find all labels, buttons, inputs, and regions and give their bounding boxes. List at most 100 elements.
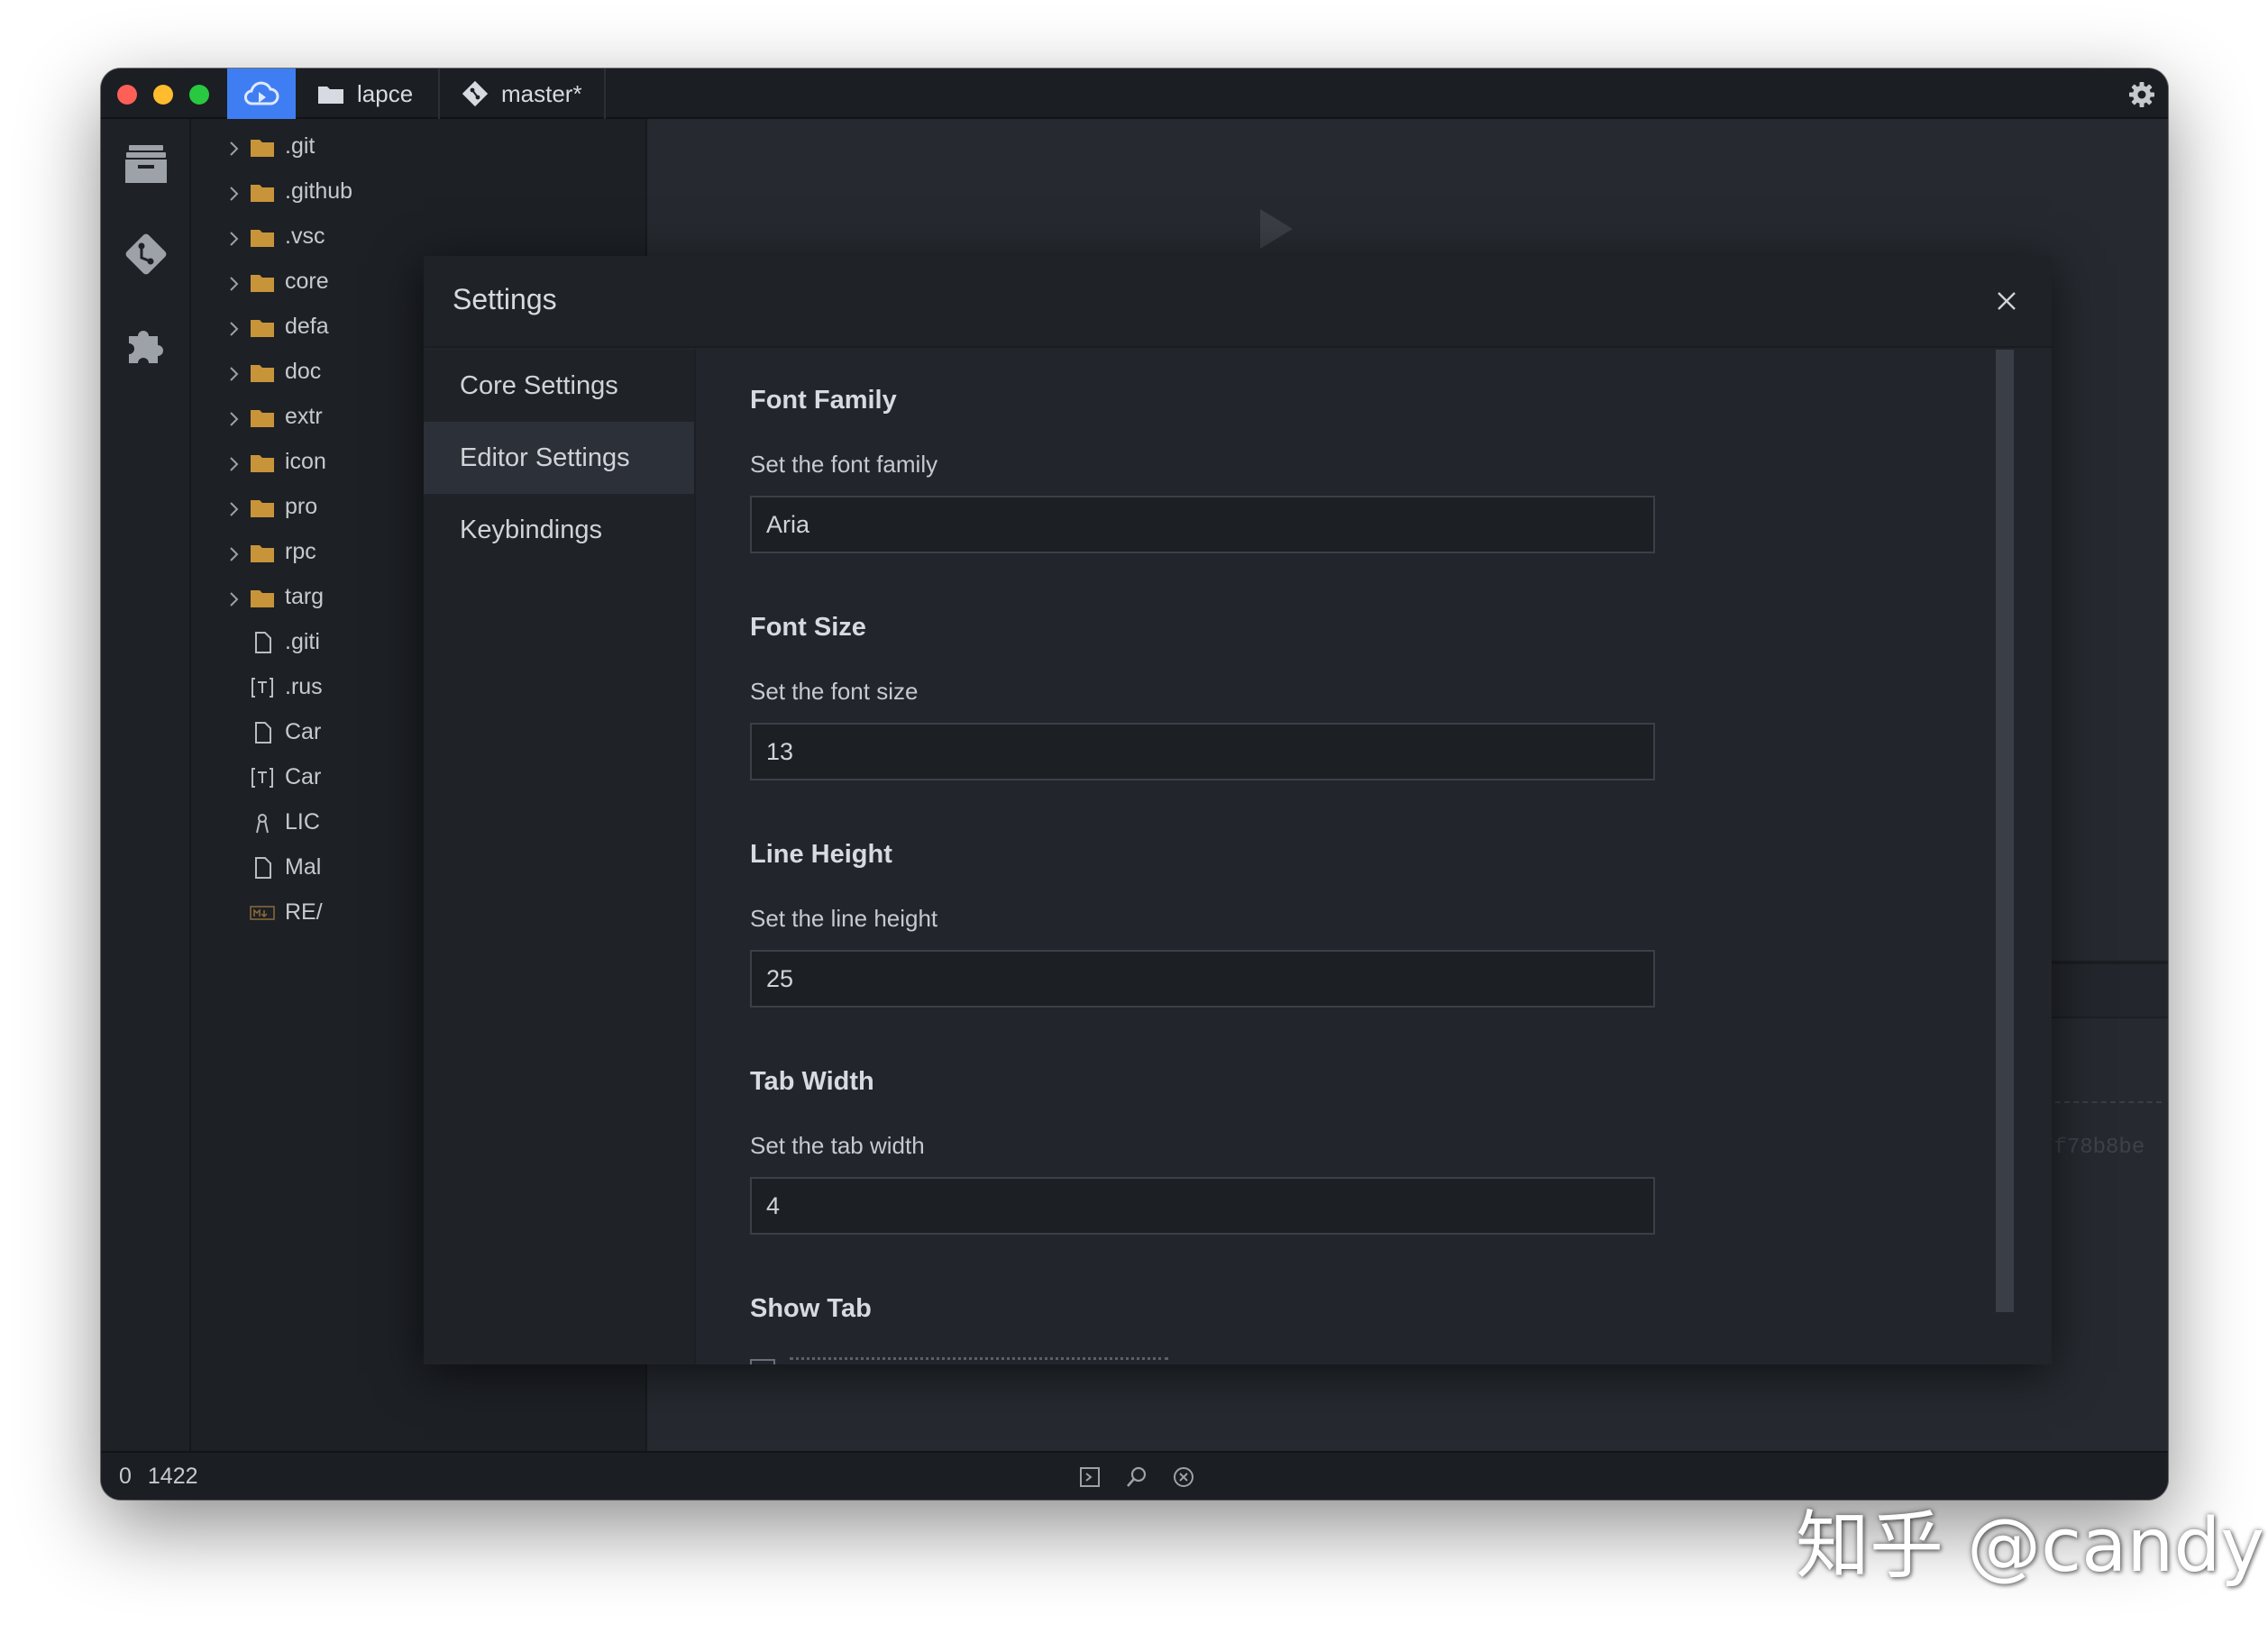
chevron-right-icon[interactable] xyxy=(227,138,242,156)
font-size-input[interactable] xyxy=(750,723,1655,780)
folder-icon xyxy=(249,496,276,519)
folder-icon xyxy=(249,225,276,249)
folder-icon xyxy=(249,270,276,294)
toggle-problems-button[interactable] xyxy=(1170,1464,1197,1491)
tree-item-label: pro xyxy=(285,494,318,519)
close-window-button[interactable] xyxy=(117,85,137,105)
tree-item-label: icon xyxy=(285,449,326,474)
settings-header: Settings xyxy=(424,256,2052,348)
cloud-remote-icon xyxy=(244,81,279,105)
toml-file-icon xyxy=(249,766,276,789)
tree-item-label: LIC xyxy=(285,809,320,835)
empty-editor-arrow-icon xyxy=(1260,209,1293,249)
chevron-right-icon[interactable] xyxy=(227,228,242,246)
tree-item-label: targ xyxy=(285,584,325,609)
toggle-search-button[interactable] xyxy=(1123,1464,1150,1491)
puzzle-icon xyxy=(129,331,163,363)
nav-editor-settings[interactable]: Editor Settings xyxy=(424,422,694,494)
tab-width-desc: Set the tab width xyxy=(750,1132,925,1159)
git-branch-label: master* xyxy=(501,79,582,107)
tree-item-label: .vsc xyxy=(285,224,325,249)
tree-item-label: RE/ xyxy=(285,899,323,925)
settings-nav: Core Settings Editor Settings Keybinding… xyxy=(424,350,696,1364)
tree-item-label: defa xyxy=(285,314,329,339)
tab-width-input[interactable] xyxy=(750,1177,1655,1235)
workspace-folder-label: lapce xyxy=(357,79,414,107)
font-family-title: Font Family xyxy=(750,386,897,415)
settings-title: Settings xyxy=(453,283,557,315)
tree-folder-item[interactable]: .github xyxy=(191,169,645,214)
tree-item-label: rpc xyxy=(285,539,316,564)
tree-item-label: Mal xyxy=(285,854,322,880)
remote-button[interactable] xyxy=(227,68,296,119)
activity-bar xyxy=(101,119,191,1451)
nav-keybindings-label: Keybindings xyxy=(460,515,602,544)
tree-folder-item[interactable]: .git xyxy=(191,124,645,169)
status-value-b: 1422 xyxy=(147,1464,198,1489)
status-value-a: 0 xyxy=(119,1464,132,1489)
settings-close-button[interactable] xyxy=(1992,287,2021,315)
app-window: lapce master* .git .github .vsc core def… xyxy=(101,68,2168,1500)
tree-item-label: extr xyxy=(285,404,323,429)
markdown-file-icon xyxy=(249,901,276,925)
folder-icon xyxy=(249,180,276,204)
nav-core-settings[interactable]: Core Settings xyxy=(424,350,694,422)
line-height-desc: Set the line height xyxy=(750,905,938,932)
close-icon xyxy=(1998,292,2016,310)
chevron-right-icon[interactable] xyxy=(227,183,242,201)
terminal-icon xyxy=(1080,1467,1100,1487)
folder-icon xyxy=(249,451,276,474)
title-bar: lapce master* xyxy=(101,68,2168,119)
watermark: 知乎 @candy xyxy=(1796,1503,2264,1589)
nav-editor-settings-label: Editor Settings xyxy=(460,442,630,472)
chevron-right-icon[interactable] xyxy=(227,588,242,607)
license-file-icon xyxy=(249,811,276,835)
chevron-right-icon[interactable] xyxy=(227,273,242,291)
tree-item-label: .github xyxy=(285,178,353,204)
source-control-icon xyxy=(125,233,167,275)
file-explorer-button[interactable] xyxy=(121,139,171,189)
folder-icon xyxy=(249,315,276,339)
line-height-input[interactable] xyxy=(750,950,1655,1008)
minimize-window-button[interactable] xyxy=(153,85,173,105)
nav-core-settings-label: Core Settings xyxy=(460,370,618,400)
tree-item-label: core xyxy=(285,269,329,294)
chevron-right-icon[interactable] xyxy=(227,363,242,381)
extensions-button[interactable] xyxy=(121,319,171,369)
tree-item-label: Car xyxy=(285,719,322,744)
git-branch-tab[interactable]: master* xyxy=(440,68,606,119)
file-file-icon xyxy=(249,721,276,744)
status-icons xyxy=(1076,1464,1197,1491)
folder-icon xyxy=(249,586,276,609)
gear-icon xyxy=(2129,82,2154,107)
search-icon xyxy=(1127,1466,1147,1487)
nav-keybindings[interactable]: Keybindings xyxy=(424,494,694,566)
chevron-right-icon[interactable] xyxy=(227,453,242,471)
maximize-window-button[interactable] xyxy=(189,85,209,105)
settings-scrollbar-thumb[interactable] xyxy=(1996,350,2014,1312)
toggle-terminal-button[interactable] xyxy=(1076,1464,1103,1491)
file-explorer-icon xyxy=(125,145,167,183)
tree-folder-item[interactable]: .vsc xyxy=(191,214,645,260)
tree-item-label: .rus xyxy=(285,674,323,699)
toml-file-icon xyxy=(249,676,276,699)
settings-modal: Settings Core Settings Editor Settings K… xyxy=(424,256,2052,1364)
workspace-folder-tab[interactable]: lapce xyxy=(296,68,440,119)
show-tab-checkbox[interactable] xyxy=(750,1359,775,1364)
chevron-right-icon[interactable] xyxy=(227,543,242,561)
font-family-input[interactable] xyxy=(750,496,1655,553)
folder-icon xyxy=(249,135,276,159)
source-control-button[interactable] xyxy=(121,229,171,279)
font-family-desc: Set the font family xyxy=(750,451,938,478)
folder-icon xyxy=(249,360,276,384)
chevron-right-icon[interactable] xyxy=(227,318,242,336)
status-diagnostics[interactable]: 0 1422 xyxy=(119,1464,198,1490)
line-height-title: Line Height xyxy=(750,840,892,869)
error-circle-icon xyxy=(1174,1467,1193,1487)
chevron-right-icon[interactable] xyxy=(227,498,242,516)
chevron-right-icon[interactable] xyxy=(227,408,242,426)
show-tab-desc-clipped xyxy=(790,1357,1168,1364)
settings-button[interactable] xyxy=(2126,79,2157,110)
folder-icon xyxy=(318,87,343,104)
tree-item-label: doc xyxy=(285,359,322,384)
